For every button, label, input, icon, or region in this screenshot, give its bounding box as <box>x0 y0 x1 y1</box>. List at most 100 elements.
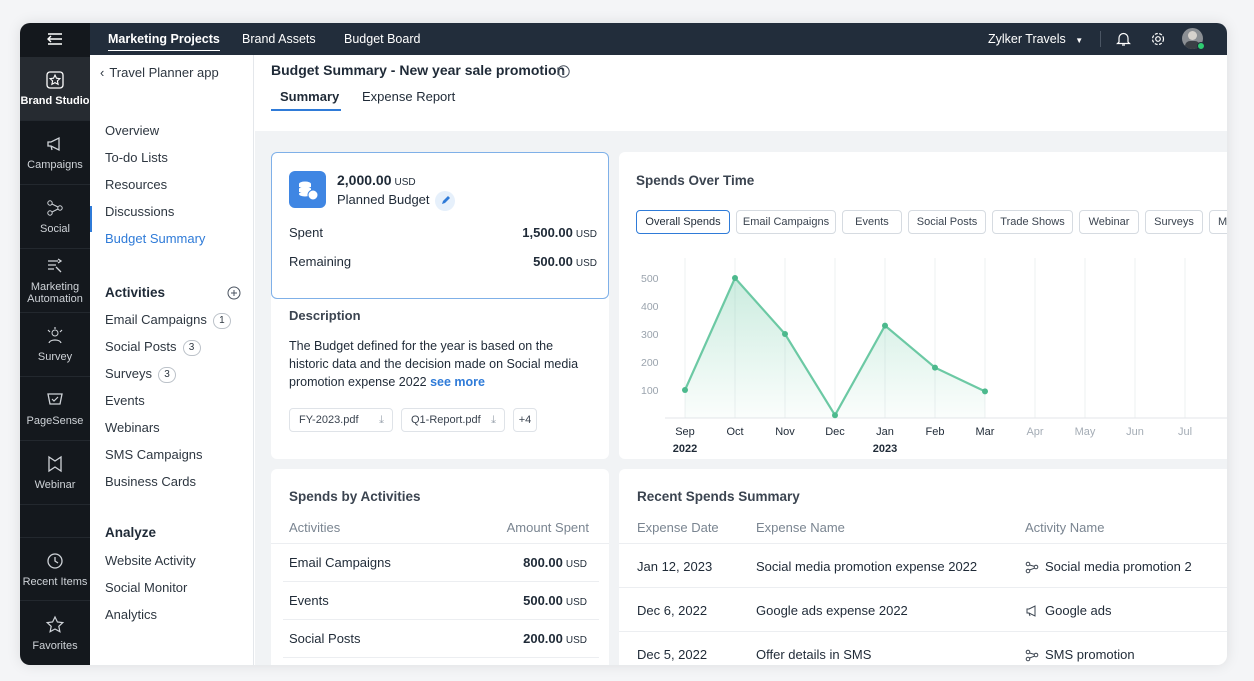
remaining-amount: 500.00 USD <box>533 254 597 269</box>
currency: USD <box>565 635 587 646</box>
rail-recent-items[interactable]: Recent Items <box>20 537 90 601</box>
activity-name: Social media promotion 2 <box>1045 559 1192 574</box>
info-icon[interactable] <box>557 65 570 78</box>
chart-title: Spends Over Time <box>636 173 755 188</box>
org-switcher[interactable]: Zylker Travels ▼ <box>988 23 1083 55</box>
sidebar-item-business-cards[interactable]: Business Cards <box>105 472 196 492</box>
spends-over-time-card: Spends Over Time Overall Spends Email Ca… <box>619 152 1227 459</box>
filter-chip[interactable]: Overall Spends <box>636 210 730 234</box>
more-files-button[interactable]: +4 <box>513 408 537 432</box>
spent-value: 1,500.00 <box>522 225 573 240</box>
attachment-file[interactable]: FY-2023.pdf ⤓ <box>289 408 393 432</box>
tab-budget-board[interactable]: Budget Board <box>344 23 420 55</box>
x-tick-label: Jan <box>876 426 894 438</box>
table-row[interactable]: Dec 6, 2022 Google ads expense 2022 Google… <box>619 588 1227 632</box>
sidebar-item-surveys[interactable]: Surveys 3 <box>105 364 176 384</box>
rail-label: Webinar <box>34 479 76 491</box>
table-row[interactable]: Events 500.00 USD <box>271 582 609 620</box>
sidebar-item-events[interactable]: Events <box>105 391 145 411</box>
description-text: The Budget defined for the year is based… <box>289 337 589 391</box>
sidebar-item-analytics[interactable]: Analytics <box>105 605 157 625</box>
tab-summary[interactable]: Summary <box>280 89 339 111</box>
tab-brand-assets[interactable]: Brand Assets <box>242 23 316 55</box>
rail-label: Survey <box>37 351 73 363</box>
budget-card: 2,000.00 USD Planned Budget Spent 1,500.0… <box>271 152 609 459</box>
rail-label: Marketing Automation <box>27 281 83 305</box>
sidebar-item-discussions[interactable]: Discussions <box>105 202 174 222</box>
filter-chip[interactable]: Ma <box>1209 210 1227 234</box>
rail-campaigns[interactable]: Campaigns <box>20 121 90 185</box>
x-tick-label: Jun <box>1126 426 1144 438</box>
currency: USD <box>565 559 587 570</box>
filter-chip[interactable]: Webinar <box>1079 210 1139 234</box>
activity-name: Google ads <box>1045 603 1112 618</box>
caret-down-icon: ▼ <box>1075 36 1084 45</box>
brand-studio-icon <box>46 71 64 89</box>
activity-name: SMS promotion <box>1045 647 1135 662</box>
x-tick-label: Dec <box>825 426 845 438</box>
planned-value: 2,000.00 <box>337 172 392 188</box>
rail-social[interactable]: Social <box>20 185 90 249</box>
share-nodes-icon <box>47 200 63 216</box>
sidebar-item-email-campaigns[interactable]: Email Campaigns 1 <box>105 310 231 330</box>
column-header-amount: Amount Spent <box>506 520 589 535</box>
bell-icon[interactable] <box>1116 31 1131 47</box>
filter-chip[interactable]: Social Posts <box>908 210 986 234</box>
rail-pagesense[interactable]: PageSense <box>20 377 90 441</box>
tab-marketing-projects[interactable]: Marketing Projects <box>108 23 220 55</box>
filter-chip[interactable]: Surveys <box>1145 210 1203 234</box>
edit-budget-button[interactable] <box>435 191 455 211</box>
sidebar-item-social-monitor[interactable]: Social Monitor <box>105 578 187 598</box>
sidebar-item-website-activity[interactable]: Website Activity <box>105 551 196 571</box>
sidebar-item-overview[interactable]: Overview <box>105 121 159 141</box>
page-title: Budget Summary - New year sale promotion <box>271 62 566 78</box>
sidebar-item-resources[interactable]: Resources <box>105 175 167 195</box>
filter-chip[interactable]: Email Campaigns <box>736 210 836 234</box>
download-icon[interactable]: ⤓ <box>379 409 384 431</box>
filter-chip[interactable]: Events <box>842 210 902 234</box>
spent-label: Spent <box>289 225 323 240</box>
sidebar-item-webinars[interactable]: Webinars <box>105 418 160 438</box>
data-point <box>932 364 938 371</box>
org-name: Zylker Travels <box>988 32 1066 46</box>
table-row[interactable]: Jan 12, 2023 Social media promotion expen… <box>619 544 1227 588</box>
rail-favorites[interactable]: Favorites <box>20 601 90 665</box>
table-row[interactable]: Email Campaigns 800.00 USD <box>271 544 609 582</box>
tab-expense-report[interactable]: Expense Report <box>362 89 455 104</box>
activity-name: Social Posts <box>289 631 361 646</box>
divider <box>1100 31 1101 47</box>
attachment-file[interactable]: Q1-Report.pdf ⤓ <box>401 408 505 432</box>
survey-icon <box>47 327 63 344</box>
menu-icon[interactable] <box>20 23 90 55</box>
rail-marketing-automation[interactable]: Marketing Automation <box>20 249 90 313</box>
x-tick-label: Mar <box>976 426 995 438</box>
project-sidebar: ‹ Travel Planner app Overview To-do Lists… <box>90 55 254 665</box>
sidebar-item-social-posts[interactable]: Social Posts 3 <box>105 337 201 357</box>
online-status-dot <box>1197 42 1205 50</box>
table-row[interactable]: Social Posts 200.00 USD <box>271 620 609 658</box>
rail-survey[interactable]: Survey <box>20 313 90 377</box>
amount-value: 500.00 <box>523 593 563 608</box>
currency: USD <box>575 229 597 240</box>
top-bar: Marketing Projects Brand Assets Budget B… <box>90 23 1227 55</box>
currency: USD <box>565 597 587 608</box>
back-link[interactable]: ‹ Travel Planner app <box>100 63 219 83</box>
add-activity-icon[interactable] <box>227 286 241 300</box>
recent-card-title: Recent Spends Summary <box>637 489 800 504</box>
x-tick-label: Feb <box>926 426 945 438</box>
app-rail: Brand Studio Campaigns Social Marketing … <box>20 23 90 665</box>
sidebar-item-budget-summary[interactable]: Budget Summary <box>105 229 205 249</box>
spends-chart: 100 200 300 400 500 Sep Oct Nov Dec Jan Feb Mar Apr M… <box>641 258 1227 455</box>
main-content: Budget Summary - New year sale promotion… <box>255 55 1227 665</box>
count-badge: 1 <box>212 313 231 329</box>
table-row[interactable]: Dec 5, 2022 Offer details in SMS SMS promo… <box>619 632 1227 665</box>
rail-brand-studio[interactable]: Brand Studio <box>20 57 90 121</box>
rail-webinar[interactable]: Webinar <box>20 441 90 505</box>
filter-chip[interactable]: Trade Shows <box>992 210 1073 234</box>
see-more-link[interactable]: see more <box>430 375 485 389</box>
gear-icon[interactable] <box>1150 31 1166 47</box>
sidebar-item-sms-campaigns[interactable]: SMS Campaigns <box>105 445 203 465</box>
sidebar-item-todo-lists[interactable]: To-do Lists <box>105 148 168 168</box>
year-label: 2022 <box>673 443 697 455</box>
download-icon[interactable]: ⤓ <box>491 409 496 431</box>
